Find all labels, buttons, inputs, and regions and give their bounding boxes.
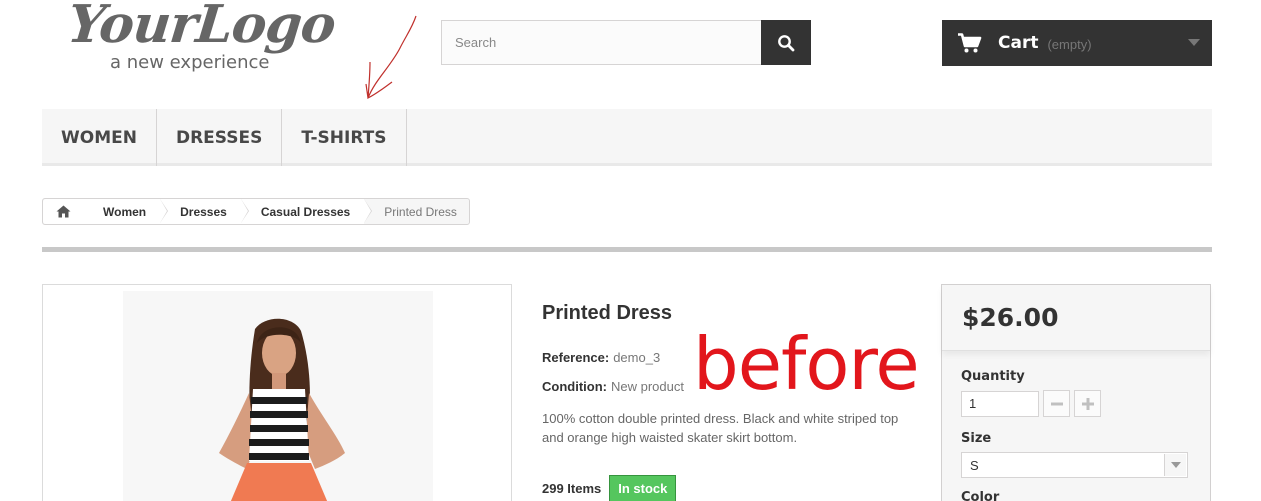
cart-block[interactable]: Cart (empty) xyxy=(942,20,1212,66)
breadcrumb-item-women[interactable]: Women xyxy=(83,199,169,224)
product-price: $26.00 xyxy=(962,303,1059,332)
breadcrumb-current: Printed Dress xyxy=(384,204,457,219)
menu-item-dresses[interactable]: DRESSES xyxy=(157,109,283,166)
search-button[interactable] xyxy=(761,20,811,65)
size-label: Size xyxy=(961,431,992,446)
quantity-label: Quantity xyxy=(961,369,1025,384)
reference-value: demo_3 xyxy=(613,350,661,365)
product-description: 100% cotton double printed dress. Black … xyxy=(542,411,899,445)
condition-label: Condition: xyxy=(542,379,607,394)
cart-label: Cart xyxy=(998,33,1039,53)
product-image[interactable] xyxy=(42,284,512,501)
plus-icon xyxy=(1081,397,1094,410)
product-title: Printed Dress xyxy=(542,302,673,324)
search-input[interactable] xyxy=(442,21,761,64)
quantity-increase-button[interactable] xyxy=(1074,390,1101,417)
size-selected-value: S xyxy=(970,457,979,473)
breadcrumb-home[interactable] xyxy=(43,199,83,224)
price-area: $26.00 xyxy=(942,285,1210,351)
items-count: 299 Items xyxy=(542,481,602,496)
condition-value: New product xyxy=(610,379,684,394)
cart-status: (empty) xyxy=(1047,37,1092,52)
stock-badge: In stock xyxy=(609,475,677,501)
annotation-text: before xyxy=(693,322,920,406)
dropdown-arrow-icon xyxy=(1164,454,1186,476)
color-label: Color xyxy=(961,490,1000,501)
product-condition: Condition: New product xyxy=(542,379,684,394)
quantity-input[interactable] xyxy=(961,390,1039,417)
reference-label: Reference: xyxy=(542,350,610,365)
buy-box: $26.00 Quantity Size S Color xyxy=(941,284,1211,501)
annotation-arrow-icon xyxy=(365,15,417,100)
section-divider xyxy=(42,247,1212,252)
main-menu: WOMEN DRESSES T-SHIRTS xyxy=(42,109,1212,166)
menu-item-t-shirts[interactable]: T-SHIRTS xyxy=(282,109,407,166)
home-icon xyxy=(56,205,70,218)
breadcrumb-item-dresses[interactable]: Dresses xyxy=(160,199,249,224)
shopping-cart-icon xyxy=(958,33,982,53)
product-photo xyxy=(123,291,433,501)
site-logo[interactable]: YourLogo a new experience xyxy=(64,0,356,80)
logo-wordmark: YourLogo xyxy=(64,0,338,55)
buy-form: Quantity Size S Color xyxy=(942,351,1210,501)
search-bar xyxy=(441,20,811,65)
breadcrumb-item-casual-dresses[interactable]: Casual Dresses xyxy=(240,199,373,224)
availability: 299 Items In stock xyxy=(542,475,677,501)
menu-item-women[interactable]: WOMEN xyxy=(42,109,157,166)
size-select[interactable]: S xyxy=(961,452,1188,478)
chevron-down-icon xyxy=(1188,39,1200,46)
logo-tagline: a new experience xyxy=(110,52,270,73)
search-icon xyxy=(778,34,795,51)
quantity-stepper xyxy=(961,390,1210,417)
product-reference: Reference: demo_3 xyxy=(542,350,660,365)
quantity-decrease-button[interactable] xyxy=(1043,390,1070,417)
breadcrumb: Women Dresses Casual Dresses Printed Dre… xyxy=(42,198,470,225)
minus-icon xyxy=(1050,402,1063,405)
